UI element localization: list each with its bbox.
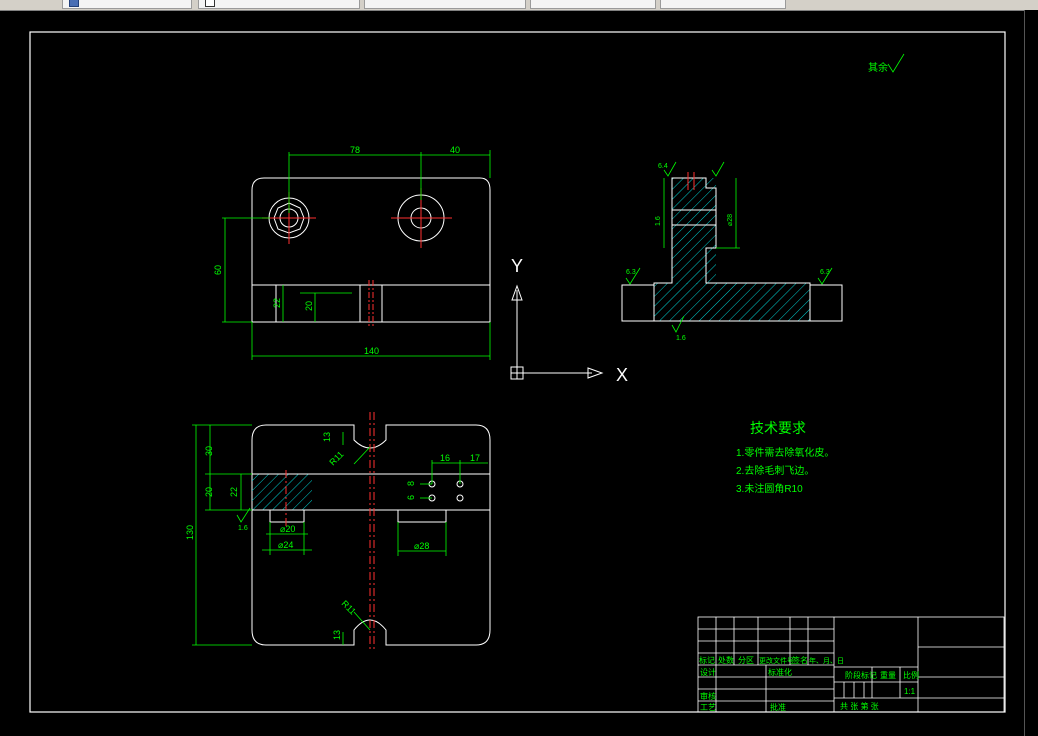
tech-requirements: 技术要求 1.零件需去除氧化皮。 2.去除毛刺飞边。 3.未注圆角R10 [736,420,834,495]
tb-scale: 1:1 [904,687,916,696]
surface-note: 其余 [868,53,905,74]
roughness-symbol-icon [887,53,905,73]
dim-16: 16 [440,453,450,463]
dim-side-phi28: ⌀28 [727,214,734,226]
tech-item-3: 3.未注圆角R10 [736,482,803,495]
tb-zone: 分区 [738,656,754,665]
roughness-top: 6.4 [658,163,668,170]
tb-change-doc: 更改文件号 [759,656,794,665]
tb-count: 处数 [718,655,734,665]
svg-text:其余: 其余 [868,61,888,74]
tb-mark: 标记 [699,655,715,665]
ucs-icon [510,284,604,380]
tb-stage-mark: 阶段标记 [845,670,877,680]
dim-r11-lower: R11 [340,598,358,616]
tb-signature: 签名 [792,655,808,665]
tb-sheets: 共 张 第 张 [840,701,879,711]
ucs-y-label: Y [511,256,523,276]
dim-r11-upper: R11 [327,449,345,467]
dim-side-1-6: 1.6 [655,216,662,226]
ucs-x-label: X [616,365,628,385]
dim-22-front: 22 [272,298,282,308]
tb-approve: 批准 [770,702,786,712]
tech-item-1: 1.零件需去除氧化皮。 [736,446,834,459]
tech-title: 技术要求 [750,420,806,436]
roughness-bottom: 1.6 [676,335,686,342]
roughness-top-view: 1.6 [238,525,248,532]
dim-60: 60 [213,265,223,275]
side-view [621,161,843,333]
roughness-right: 6.3 [820,269,830,276]
cad-drawing-canvas[interactable]: 78 40 60 22 20 140 6.4 6.3 6.3 1.6 1.6 ⌀… [0,0,1024,736]
dim-22-top: 22 [229,487,239,497]
dim-20-front: 20 [304,301,314,311]
dim-phi28: ⌀28 [414,541,429,551]
tb-review: 审核 [700,691,716,701]
dim-30: 30 [204,446,214,456]
dim-8: 8 [406,481,416,486]
dim-13-lower: 13 [332,630,342,640]
dim-phi24: ⌀24 [278,540,293,550]
top-view [192,412,491,652]
tb-standardize: 标准化 [768,667,792,677]
dim-78: 78 [350,145,360,155]
dim-140: 140 [364,346,379,356]
dim-phi20: ⌀20 [280,524,295,534]
dim-6: 6 [406,495,416,500]
dim-130: 130 [185,525,195,540]
tb-process: 工艺 [700,703,716,712]
vertical-scrollbar[interactable] [1024,10,1038,736]
tb-scale-label: 比例 [903,670,919,680]
tb-date: 年、月、日 [809,656,844,665]
dim-40: 40 [450,145,460,155]
dim-17: 17 [470,453,480,463]
dim-20-top: 20 [204,487,214,497]
tb-design: 设计 [700,667,716,677]
dim-13-upper: 13 [322,432,332,442]
tb-weight: 重量 [880,670,896,680]
roughness-left: 6.3 [626,269,636,276]
tech-item-2: 2.去除毛刺飞边。 [736,464,814,477]
front-view [222,150,491,360]
